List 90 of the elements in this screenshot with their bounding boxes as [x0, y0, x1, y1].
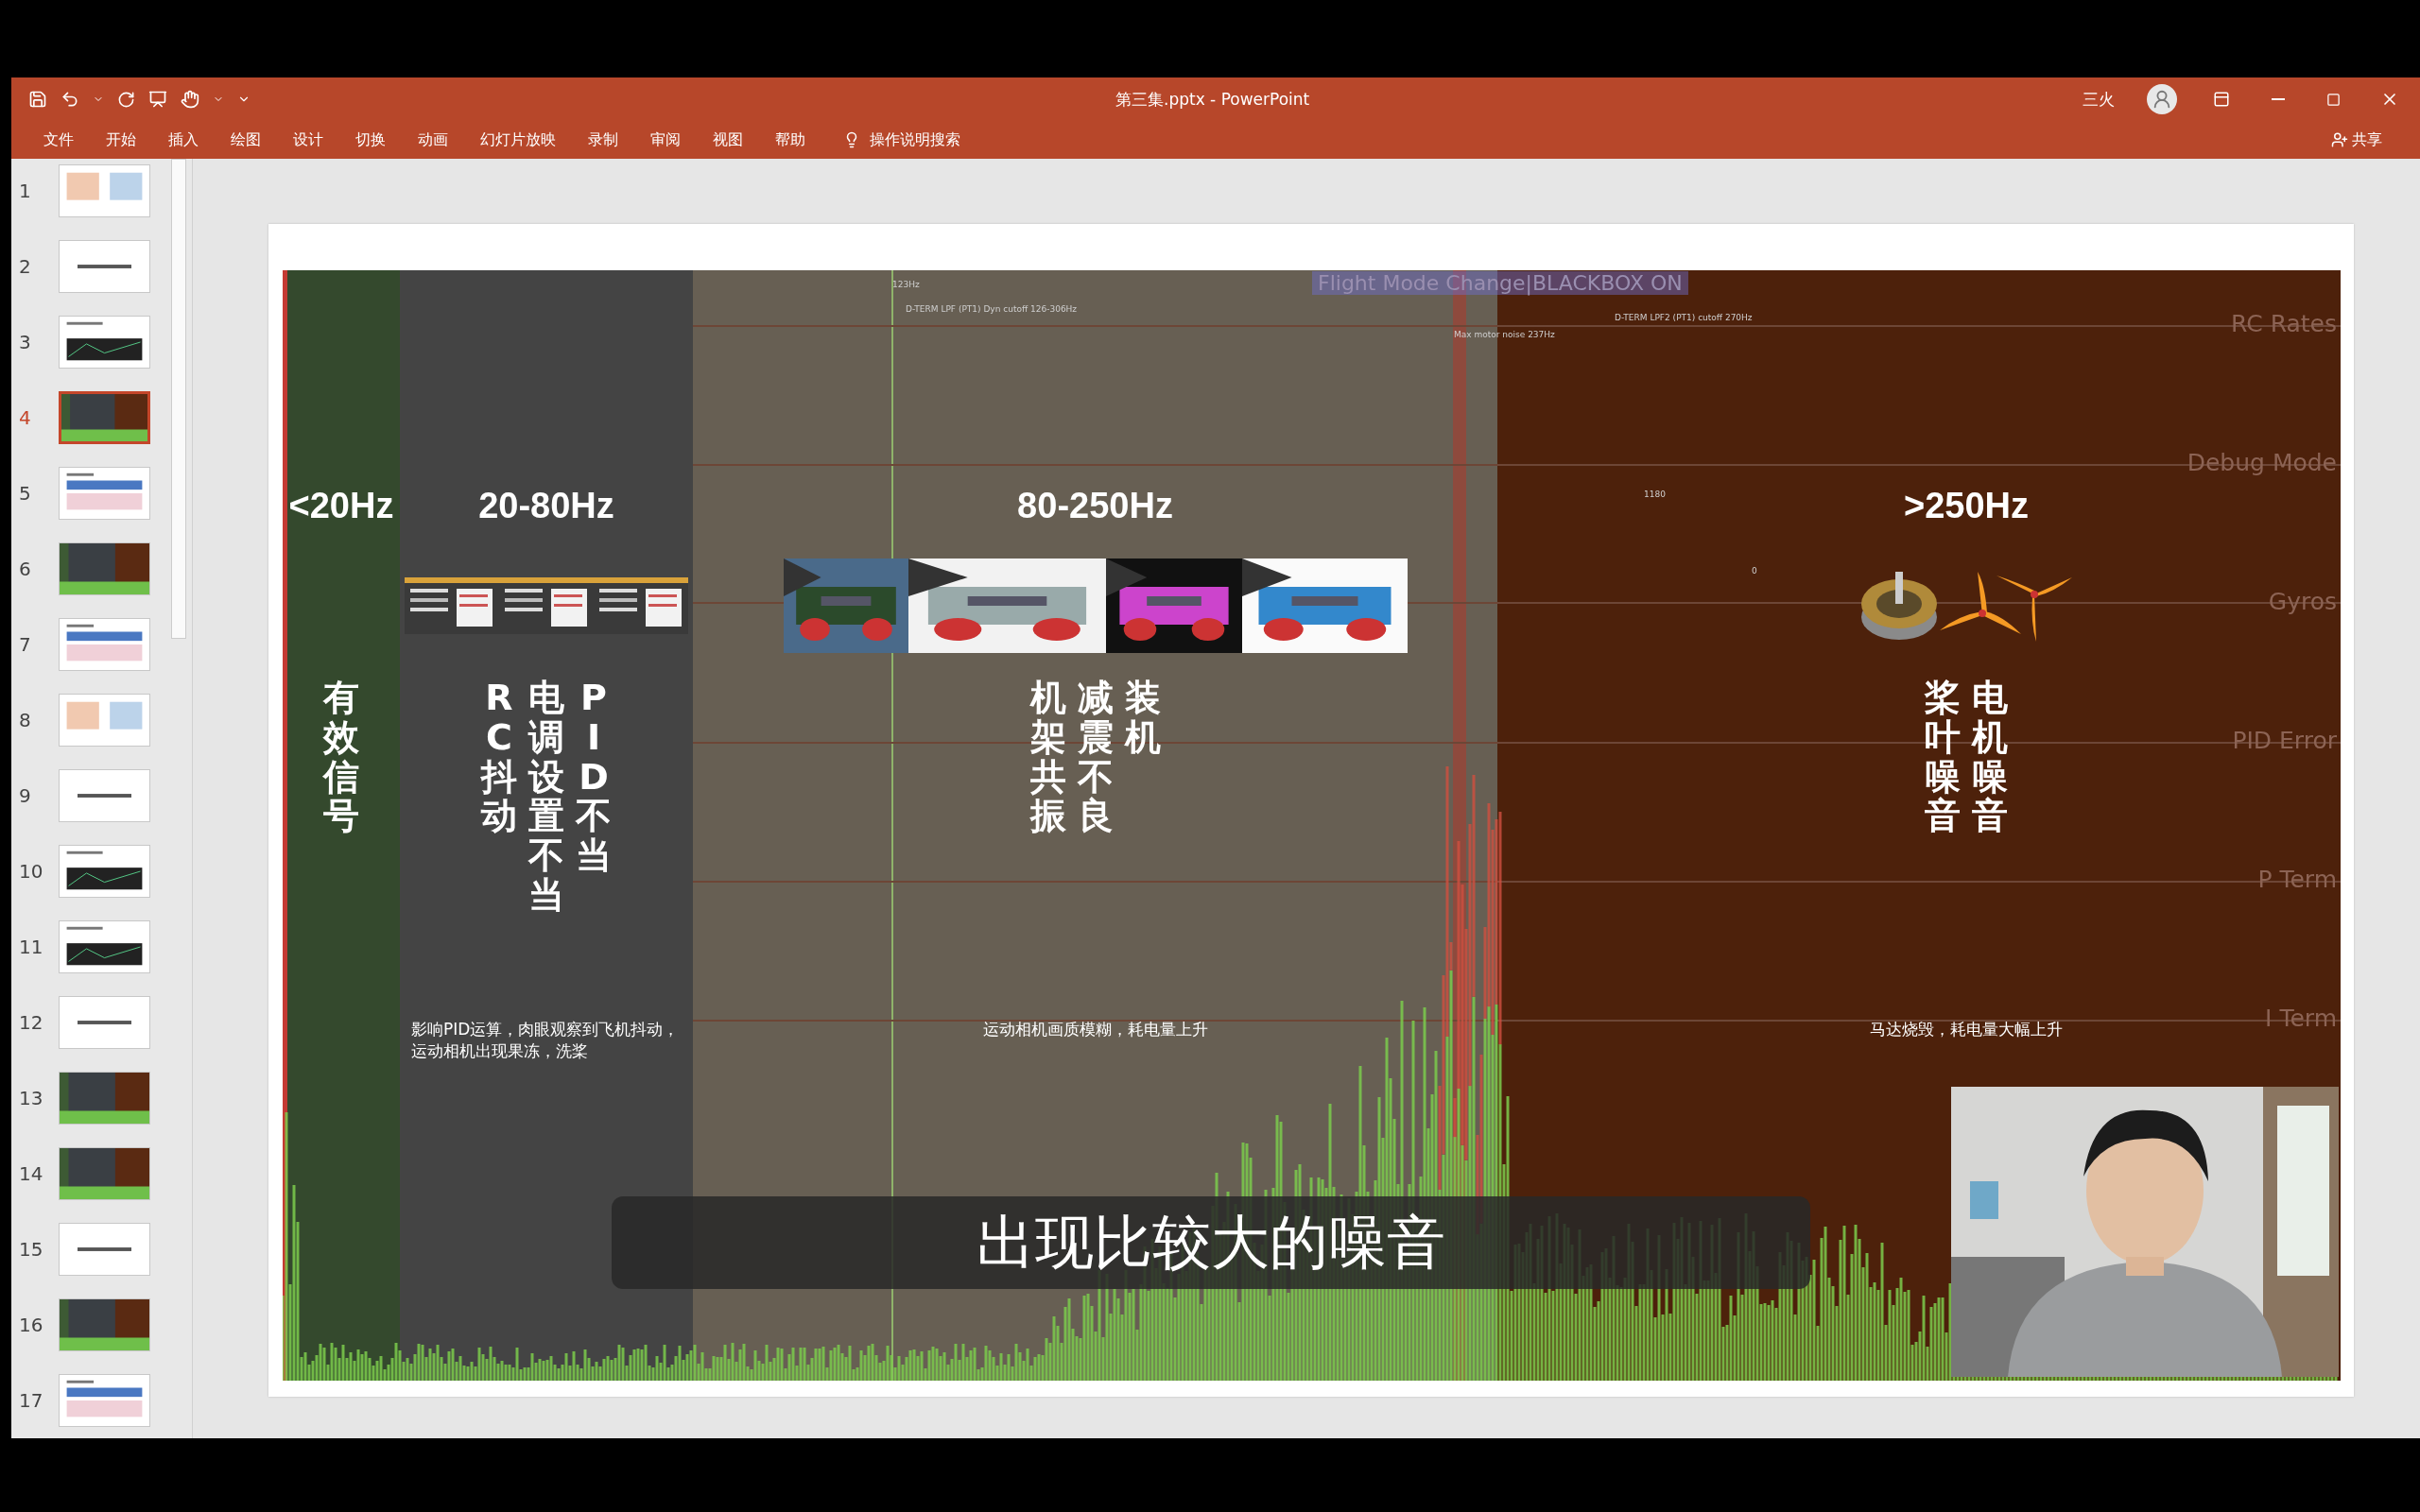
slide-number: 4	[19, 406, 32, 429]
slide-number: 5	[19, 482, 32, 505]
ribbon-tab[interactable]: 帮助	[775, 129, 805, 150]
slide-thumbnail[interactable]	[59, 542, 150, 595]
ribbon-tab[interactable]: 审阅	[650, 129, 681, 150]
slide-number: 8	[19, 709, 32, 731]
chart-marker-label: D-TERM LPF (PT1) Dyn cutoff 126-306Hz	[906, 304, 1078, 314]
slide-number: 16	[19, 1314, 44, 1336]
slide-number: 3	[19, 331, 32, 353]
maximize-icon	[2326, 92, 2341, 107]
save-icon[interactable]	[28, 90, 47, 109]
slide-thumbnail[interactable]	[59, 618, 150, 671]
band-note: 影响PID运算，肉眼观察到飞机抖动，运动相机出现果冻，洗桨	[410, 1019, 681, 1062]
slide-thumbnail[interactable]	[59, 240, 150, 293]
band-note: 运动相机画质模糊，耗电量上升	[981, 1019, 1209, 1040]
chart-marker-label: 1180	[1644, 490, 1666, 499]
redo-icon[interactable]	[117, 90, 135, 109]
add-person-icon	[2331, 131, 2348, 148]
vertical-label: 减震不良	[1077, 679, 1114, 839]
slide-thumbnail[interactable]	[59, 769, 150, 822]
chart-axis-label: P Term	[2257, 866, 2337, 893]
vertical-label: PID不当	[576, 679, 612, 879]
slide-number: 11	[19, 936, 44, 958]
slide-number: 7	[19, 633, 32, 656]
user-name: 三火	[2083, 88, 2115, 111]
ribbon-tab[interactable]: 文件	[43, 129, 74, 150]
slide-thumbnail[interactable]	[59, 845, 150, 898]
band-heading: 20-80Hz	[478, 484, 614, 527]
chart-marker-label: D-TERM LPF2 (PT1) cutoff 270Hz	[1615, 313, 1753, 322]
ribbon-tab[interactable]: 录制	[588, 129, 618, 150]
chart-marker-label: Max motor noise 237Hz	[1454, 330, 1555, 339]
search-button[interactable]: 操作说明搜索	[838, 129, 966, 151]
slide-number: 2	[19, 255, 32, 278]
video-subtitle: 出现比较大的噪音	[612, 1196, 1810, 1289]
slide-thumbnail[interactable]	[59, 996, 150, 1049]
slide-number: 6	[19, 558, 32, 580]
slide-number: 17	[19, 1389, 44, 1412]
vertical-label: 电调设置不当	[528, 679, 564, 918]
chart-marker-label: 0	[1752, 566, 1757, 576]
ribbon-tab[interactable]: 动画	[418, 129, 448, 150]
slide-thumbnail[interactable]	[59, 694, 150, 747]
share-button[interactable]: 共享	[2325, 129, 2388, 151]
slide-thumbnail[interactable]	[59, 1374, 150, 1427]
slide-number: 1	[19, 180, 32, 202]
ribbon-tab[interactable]: 幻灯片放映	[480, 129, 556, 150]
slide-thumbnail[interactable]	[59, 316, 150, 369]
slide-thumbnail[interactable]	[59, 164, 150, 217]
presentation-icon[interactable]	[148, 90, 167, 109]
ribbon-tab[interactable]: 插入	[168, 129, 199, 150]
vertical-label: 机架共振	[1029, 679, 1066, 839]
slide-thumbnail[interactable]	[59, 391, 150, 444]
ribbon-tab[interactable]: 视图	[713, 129, 743, 150]
band-heading: <20Hz	[288, 484, 394, 527]
ribbon-tab[interactable]: 绘图	[231, 129, 261, 150]
slide-thumbnail[interactable]	[59, 1223, 150, 1276]
slide-number: 10	[19, 860, 44, 883]
slide-number: 13	[19, 1087, 44, 1109]
scrollbar[interactable]	[171, 159, 186, 639]
chart-axis-label: PID Error	[2232, 727, 2337, 754]
panel-icon	[2213, 91, 2230, 108]
window-title: 第三集.pptx - PowerPoint	[1115, 88, 1311, 111]
chart-axis-label: RC Rates	[2231, 310, 2337, 337]
band-heading: >250Hz	[1903, 484, 2029, 527]
hand-icon[interactable]	[181, 90, 199, 109]
slide-number: 15	[19, 1238, 44, 1261]
vertical-label: 桨叶噪音	[1925, 679, 1961, 839]
undo-icon[interactable]	[60, 90, 79, 109]
minimize-icon	[2272, 98, 2285, 100]
vertical-label: 有效信号	[323, 679, 359, 839]
band-heading: 80-250Hz	[1017, 484, 1173, 527]
chart-marker-label: 123Hz	[892, 280, 920, 289]
chart-axis-label: Gyros	[2268, 588, 2337, 615]
vertical-label: RC抖动	[481, 679, 517, 839]
slide-number: 9	[19, 784, 32, 807]
ribbon-tab[interactable]: 设计	[293, 129, 323, 150]
slide-thumbnail[interactable]	[59, 920, 150, 973]
slide-number: 12	[19, 1011, 44, 1034]
vertical-label: 电机噪音	[1972, 679, 2008, 839]
slide-thumbnail[interactable]	[59, 1298, 150, 1351]
slide-thumbnail[interactable]	[59, 1072, 150, 1125]
avatar-icon[interactable]	[2147, 84, 2177, 114]
ribbon-tab[interactable]: 开始	[106, 129, 136, 150]
band-note: 马达烧毁，耗电量大幅上升	[1869, 1019, 2064, 1040]
chart-axis-label: I Term	[2265, 1005, 2337, 1032]
ribbon-tab[interactable]: 切换	[355, 129, 386, 150]
slide-number: 14	[19, 1162, 44, 1185]
slide-thumbnail[interactable]	[59, 467, 150, 520]
vertical-label: 装机	[1124, 679, 1161, 760]
chart-axis-label: Debug Mode	[2187, 449, 2337, 476]
slide-thumbnail[interactable]	[59, 1147, 150, 1200]
